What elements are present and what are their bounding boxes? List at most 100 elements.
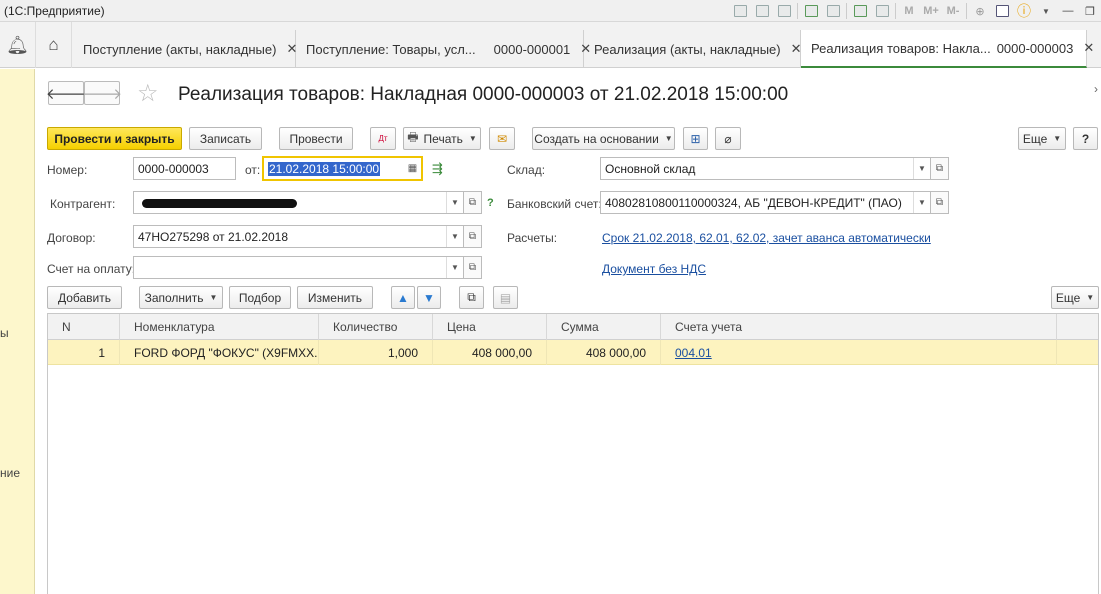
fill-label: Заполнить	[144, 290, 204, 305]
add-row-button[interactable]: Добавить	[47, 286, 122, 309]
chevron-down-icon[interactable]: ▼	[1035, 1, 1057, 21]
sidebar-item-fragment[interactable]: ы	[0, 326, 9, 340]
info-icon[interactable]: ⓘ	[1013, 1, 1035, 21]
document-title: Реализация товаров: Накладная 0000-00000…	[178, 84, 789, 105]
tab-number: 0000-000001	[493, 41, 571, 57]
save-button[interactable]: Записать	[189, 127, 262, 150]
counterparty-label: Контрагент:	[50, 197, 116, 211]
warehouse-field[interactable]: Основной склад ▼	[600, 157, 931, 180]
restore-icon[interactable]: ❐	[1079, 1, 1101, 21]
forward-button[interactable]: 🡒	[82, 81, 122, 105]
home-icon[interactable]: ⌂	[36, 22, 72, 68]
tab-sales-doc[interactable]: Реализация товаров: Накла... 0000-000003…	[801, 30, 1094, 68]
more-button[interactable]: Еще ▼	[1018, 127, 1066, 150]
open-icon[interactable]: ⧉	[930, 191, 949, 214]
print-button[interactable]: 🖶 Печать ▼	[403, 127, 481, 150]
change-button[interactable]: Изменить	[297, 286, 373, 309]
open-icon[interactable]: ⧉	[463, 191, 482, 214]
counterparty-field[interactable]: ▼	[133, 191, 464, 214]
bank-account-field[interactable]: 40802810800110000324, АБ "ДЕВОН-КРЕДИТ" …	[600, 191, 931, 214]
table-more-button[interactable]: Еще ▼	[1051, 286, 1099, 309]
copy-row-icon[interactable]: ⧉	[459, 286, 484, 309]
tab-label: Реализация (акты, накладные)	[594, 41, 781, 57]
open-icon[interactable]: ⧉	[930, 157, 949, 180]
redacted-mark	[142, 198, 297, 208]
fill-button[interactable]: Заполнить ▼	[139, 286, 223, 309]
chevron-down-icon: ▼	[1086, 293, 1095, 302]
column-header[interactable]: Цена	[433, 314, 547, 340]
invoice-field[interactable]: ▼	[133, 256, 464, 279]
calculator-icon[interactable]	[849, 1, 871, 21]
settlements-label: Расчеты:	[507, 231, 558, 245]
save-icon[interactable]	[729, 1, 751, 21]
tab-number: 0000-000003	[996, 40, 1074, 56]
help-question-icon[interactable]: ?	[487, 197, 494, 209]
preview-icon[interactable]	[773, 1, 795, 21]
contract-field[interactable]: 47НО275298 от 21.02.2018 ▼	[133, 225, 464, 248]
date-field[interactable]: 21.02.2018 15:00:00 ▦	[262, 156, 423, 181]
pick-button[interactable]: Подбор	[229, 286, 291, 309]
tab-sales-list[interactable]: Реализация (акты, накладные) ✕	[584, 30, 802, 68]
memory-m-icon[interactable]: M	[898, 1, 920, 21]
open-icon[interactable]: ⧉	[463, 256, 482, 279]
mail-icon[interactable]: ✉	[489, 127, 515, 150]
calendar-icon[interactable]: ▦	[404, 158, 421, 179]
chevron-down-icon[interactable]: ▼	[913, 158, 930, 179]
favorite-star-icon[interactable]: ☆	[137, 81, 159, 107]
section-panel: ы ние	[0, 69, 35, 594]
memory-m-plus-icon[interactable]: M+	[920, 1, 942, 21]
move-down-icon[interactable]: ▼	[417, 286, 441, 309]
column-header[interactable]: N	[48, 314, 120, 340]
date-history-icon[interactable]: ⇶	[432, 161, 443, 177]
zoom-icon[interactable]: ⊕	[969, 1, 991, 21]
column-header[interactable]: Количество	[319, 314, 433, 340]
back-button[interactable]: 🡐	[46, 81, 86, 105]
row-price: 408 000,00	[433, 340, 547, 365]
print-icon[interactable]	[751, 1, 773, 21]
help-button[interactable]: ?	[1073, 127, 1098, 150]
bell-icon[interactable]: 🔔︎	[0, 22, 36, 68]
mail-icon[interactable]	[822, 1, 844, 21]
chevron-down-icon[interactable]: ▼	[446, 226, 463, 247]
column-header[interactable]: Сумма	[547, 314, 661, 340]
close-form-icon[interactable]: ›	[1094, 82, 1098, 96]
move-up-icon[interactable]: ▲	[391, 286, 415, 309]
panel-layout-icon[interactable]	[991, 1, 1013, 21]
structure-icon[interactable]: ⊞	[683, 127, 708, 150]
download-icon[interactable]	[800, 1, 822, 21]
column-header[interactable]: Номенклатура	[120, 314, 319, 340]
bank-account-label: Банковский счет:	[507, 197, 602, 211]
post-button[interactable]: Провести	[279, 127, 353, 150]
table-row[interactable]: 1 FORD ФОРД "ФОКУС" (X9FMXX... 1,000 408…	[48, 340, 1098, 365]
create-based-label: Создать на основании	[534, 131, 659, 146]
attachment-icon[interactable]: ⌀	[715, 127, 741, 150]
column-header[interactable]: Счета учета	[661, 314, 1057, 340]
dt-kt-icon[interactable]: Дт	[370, 127, 396, 150]
number-field[interactable]: 0000-000003	[133, 157, 236, 180]
goods-table[interactable]: N Номенклатура Количество Цена Сумма Сче…	[47, 313, 1099, 594]
chevron-down-icon: ▼	[1053, 134, 1062, 143]
close-icon[interactable]: ✕	[791, 41, 802, 57]
warehouse-label: Склад:	[507, 163, 546, 177]
calendar-icon[interactable]	[871, 1, 893, 21]
chevron-down-icon[interactable]: ▼	[446, 257, 463, 278]
paste-icon[interactable]: ▤	[493, 286, 518, 309]
row-sum: 408 000,00	[547, 340, 661, 365]
tab-receipts-list[interactable]: Поступление (акты, накладные) ✕	[73, 30, 297, 68]
tab-receipt-doc[interactable]: Поступление: Товары, усл... 0000-000001 …	[296, 30, 591, 68]
settlements-link[interactable]: Срок 21.02.2018, 62.01, 62.02, зачет ава…	[602, 231, 931, 245]
close-icon[interactable]: ✕	[1083, 40, 1094, 56]
sidebar-item-fragment[interactable]: ние	[0, 466, 20, 480]
more-label: Еще	[1055, 290, 1081, 305]
post-and-close-button[interactable]: Провести и закрыть	[47, 127, 182, 150]
account-link[interactable]: 004.01	[675, 346, 712, 360]
open-icon[interactable]: ⧉	[463, 225, 482, 248]
memory-m-minus-icon[interactable]: M-	[942, 1, 964, 21]
chevron-down-icon[interactable]: ▼	[913, 192, 930, 213]
row-number: 1	[48, 340, 120, 365]
vat-link[interactable]: Документ без НДС	[602, 262, 706, 276]
chevron-down-icon[interactable]: ▼	[446, 192, 463, 213]
minimize-icon[interactable]: —	[1057, 1, 1079, 21]
create-based-on-button[interactable]: Создать на основании ▼	[532, 127, 675, 150]
contract-value: 47НО275298 от 21.02.2018	[138, 229, 289, 244]
